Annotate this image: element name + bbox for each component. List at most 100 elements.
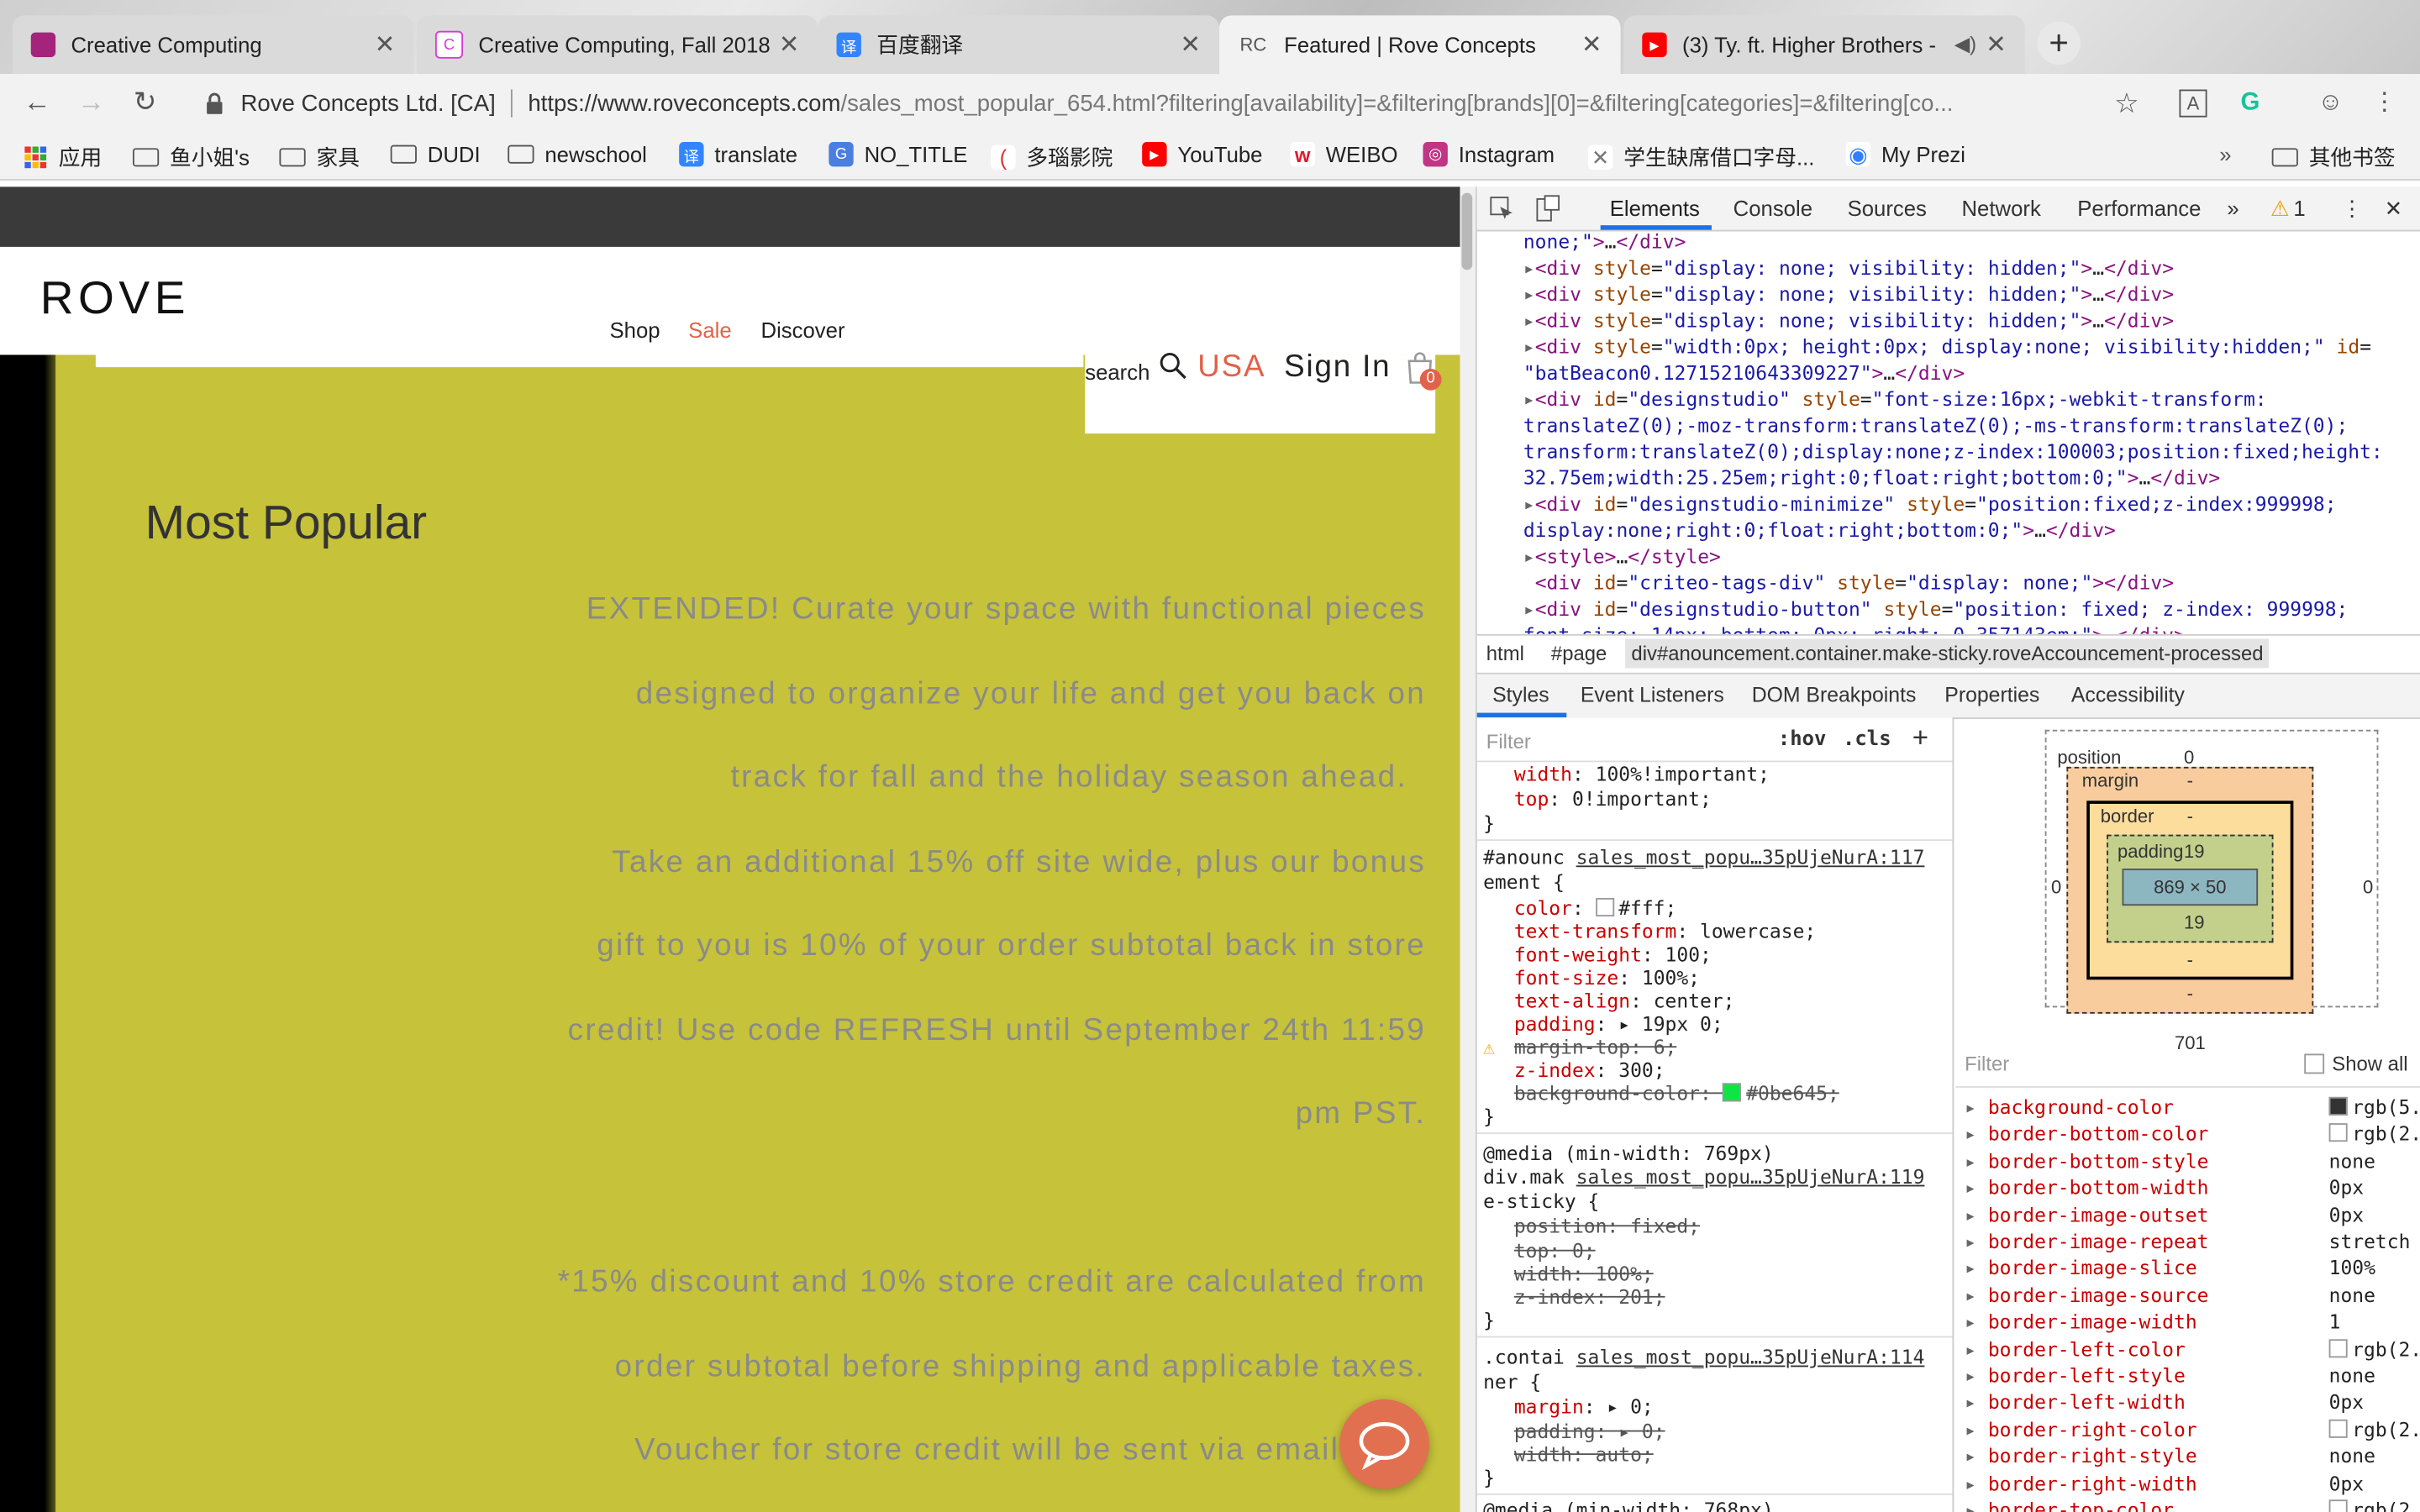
sign-in-link[interactable]: Sign In — [1284, 350, 1391, 386]
computed-property-row[interactable]: ▸ border-image-slice 100% — [1965, 1257, 2420, 1280]
expand-triangle-icon[interactable]: ▸ — [1965, 1498, 1988, 1512]
dom-node[interactable]: ▸<div id="designstudio-button" style="po… — [1523, 597, 2349, 621]
css-declaration[interactable]: padding: ▸ 19px 0; — [1514, 1012, 1723, 1036]
css-declaration-overridden[interactable]: background-color: #0be645; — [1514, 1082, 1839, 1105]
tab-network[interactable]: Network — [1961, 196, 2040, 220]
new-tab-button[interactable]: + — [2037, 21, 2081, 66]
computed-property-row[interactable]: ▸ border-right-width 0px — [1965, 1471, 2420, 1494]
computed-property-row[interactable]: ▸ border-image-repeat stretch — [1965, 1230, 2420, 1253]
dom-node[interactable]: <div id="criteo-tags-div" style="display… — [1523, 571, 2174, 595]
inspect-element-icon[interactable] — [1489, 196, 1513, 220]
bookmark-instagram[interactable]: ◎ Instagram — [1423, 141, 1555, 167]
more-tabs-button[interactable]: » — [2227, 196, 2238, 220]
warning-icon[interactable]: ⚠ — [2270, 196, 2290, 222]
computed-property-row[interactable]: ▸ background-color rgb(5... — [1965, 1095, 2420, 1119]
nav-shop[interactable]: Shop — [610, 318, 660, 342]
computed-property-row[interactable]: ▸ border-bottom-width 0px — [1965, 1176, 2420, 1200]
computed-property-row[interactable]: ▸ border-left-color rgb(2... — [1965, 1337, 2420, 1361]
css-declaration-overridden[interactable]: position: fixed; — [1514, 1215, 1700, 1238]
tab-dom-breakpoints[interactable]: DOM Breakpoints — [1752, 684, 1917, 707]
search-icon[interactable] — [1159, 352, 1186, 380]
rove-logo[interactable]: ROVE — [40, 273, 190, 325]
computed-property-row[interactable]: ▸ border-right-color rgb(2... — [1965, 1418, 2420, 1441]
cls-toggle[interactable]: .cls — [1843, 728, 1891, 752]
css-declaration[interactable]: margin: ▸ 0; — [1514, 1394, 1654, 1418]
expand-triangle-icon[interactable]: ▸ — [1965, 1257, 1988, 1280]
bookmark-cinema[interactable]: (多瑙影院 — [991, 142, 1113, 173]
nav-discover[interactable]: Discover — [761, 318, 845, 342]
expand-triangle-icon[interactable]: ▸ — [1965, 1418, 1988, 1441]
forward-icon[interactable]: → — [72, 87, 109, 119]
avatar[interactable]: ☺ — [2315, 88, 2346, 119]
tab-properties[interactable]: Properties — [1944, 684, 2039, 707]
site-identity[interactable]: Rove Concepts Ltd. [CA] — [241, 90, 496, 116]
expand-triangle-icon[interactable]: ▸ — [1965, 1095, 1988, 1119]
bookmark-no-title[interactable]: G NO_TITLE — [829, 141, 967, 167]
close-icon[interactable]: ✕ — [1180, 29, 1201, 60]
expand-triangle-icon[interactable]: ▸ — [1965, 1176, 1988, 1200]
computed-filter-input[interactable]: Filter — [1965, 1053, 2009, 1076]
breadcrumb-item[interactable]: html — [1486, 642, 1524, 665]
tab-performance[interactable]: Performance — [2077, 196, 2201, 220]
css-declaration-overridden[interactable]: margin-top: 6; — [1514, 1035, 1677, 1058]
other-bookmarks-folder[interactable]: 其他书签 — [2271, 142, 2396, 173]
computed-property-row[interactable]: ▸ border-image-source none — [1965, 1284, 2420, 1307]
css-selector[interactable]: ner { — [1483, 1370, 1541, 1394]
star-icon[interactable]: ☆ — [2112, 88, 2143, 119]
computed-property-row[interactable]: ▸ border-bottom-style none — [1965, 1149, 2420, 1173]
expand-triangle-icon[interactable]: ▸ — [1965, 1310, 1988, 1334]
dom-node[interactable]: ▸<div style="display: none; visibility: … — [1523, 308, 2174, 332]
expand-triangle-icon[interactable]: ▸ — [1965, 1337, 1988, 1361]
dom-node[interactable]: ▸<div id="designstudio" style="font-size… — [1523, 387, 2267, 411]
css-declaration-overridden[interactable]: width: 100%; — [1514, 1262, 1654, 1285]
translate-extension-icon[interactable]: A — [2179, 89, 2207, 118]
dom-node[interactable]: ▸<div id="designstudio-minimize" style="… — [1523, 492, 2337, 516]
device-toolbar-icon[interactable] — [1536, 194, 1560, 222]
nav-sale[interactable]: Sale — [688, 318, 731, 342]
grammarly-icon[interactable]: G — [2235, 88, 2266, 119]
tab-event-listeners[interactable]: Event Listeners — [1581, 684, 1724, 707]
browser-tab[interactable]: C Creative Computing, Fall 2018 ✕ — [416, 15, 818, 75]
css-declaration[interactable]: z-index: 300; — [1514, 1058, 1665, 1082]
css-declaration-overridden[interactable]: top: 0; — [1514, 1239, 1596, 1263]
tab-sources[interactable]: Sources — [1848, 196, 1927, 220]
css-selector[interactable]: div.mak sales_most_popu…35pUjeNurA:119 — [1483, 1165, 1924, 1189]
bookmark-excuses[interactable]: ✕ 学生缺席借口字母... — [1588, 142, 1814, 173]
expand-triangle-icon[interactable]: ▸ — [1965, 1149, 1988, 1173]
close-icon[interactable]: ✕ — [375, 29, 396, 60]
bookmark-translate[interactable]: 译 translate — [679, 141, 797, 167]
page-scrollbar[interactable] — [1460, 186, 1476, 1512]
expand-triangle-icon[interactable]: ▸ — [1965, 1391, 1988, 1415]
search-label[interactable]: search — [1085, 360, 1150, 384]
tab-elements[interactable]: Elements — [1610, 196, 1700, 220]
dom-node[interactable]: ▸<div style="display: none; visibility: … — [1523, 282, 2174, 306]
css-declaration[interactable]: color: #fff; — [1514, 896, 1676, 920]
computed-property-row[interactable]: ▸ border-image-width 1 — [1965, 1310, 2420, 1334]
tab-console[interactable]: Console — [1733, 196, 1812, 220]
add-rule-button[interactable]: + — [1912, 722, 1928, 755]
css-declaration[interactable]: width: 100%!important; — [1514, 762, 1770, 785]
css-declaration[interactable]: text-transform: lowercase; — [1514, 920, 1816, 943]
speaker-icon[interactable]: ◀) — [1954, 33, 1976, 57]
bookmark-folder[interactable]: DUDI — [390, 142, 481, 166]
expand-triangle-icon[interactable]: ▸ — [1965, 1364, 1988, 1388]
computed-styles[interactable]: Filter Show all ▸ background-color rgb(5.… — [1955, 1049, 2420, 1512]
css-declaration[interactable]: font-size: 100%; — [1514, 966, 1700, 990]
devtools-menu-icon[interactable]: ⋮ — [2341, 196, 2363, 222]
css-declaration-overridden[interactable]: z-index: 201; — [1514, 1285, 1665, 1309]
expand-triangle-icon[interactable]: ▸ — [1965, 1471, 1988, 1494]
breadcrumb-item[interactable]: #page — [1551, 642, 1607, 665]
tab-accessibility[interactable]: Accessibility — [2071, 684, 2185, 707]
css-declaration[interactable]: top: 0!important; — [1514, 787, 1712, 811]
css-declaration-overridden[interactable]: padding: ▸ 0; — [1514, 1420, 1665, 1443]
tab-styles[interactable]: Styles — [1492, 684, 1549, 707]
close-icon[interactable]: ✕ — [2385, 196, 2403, 222]
computed-property-row[interactable]: ▸ border-left-width 0px — [1965, 1391, 2420, 1415]
bookmark-folder[interactable]: newschool — [508, 142, 647, 166]
breadcrumb-item-selected[interactable]: div#anouncement.container.make-sticky.ro… — [1625, 638, 2270, 669]
url-text[interactable]: https://www.roveconcepts.com/sales_most_… — [528, 90, 2071, 116]
bookmark-folder[interactable]: 家具 — [279, 142, 360, 173]
browser-tab[interactable]: ▶ (3) Ty. ft. Higher Brothers - ◀) ✕ — [1623, 15, 2025, 75]
css-selector[interactable]: .contai sales_most_popu…35pUjeNurA:114 — [1483, 1346, 1924, 1369]
expand-triangle-icon[interactable]: ▸ — [1965, 1122, 1988, 1146]
